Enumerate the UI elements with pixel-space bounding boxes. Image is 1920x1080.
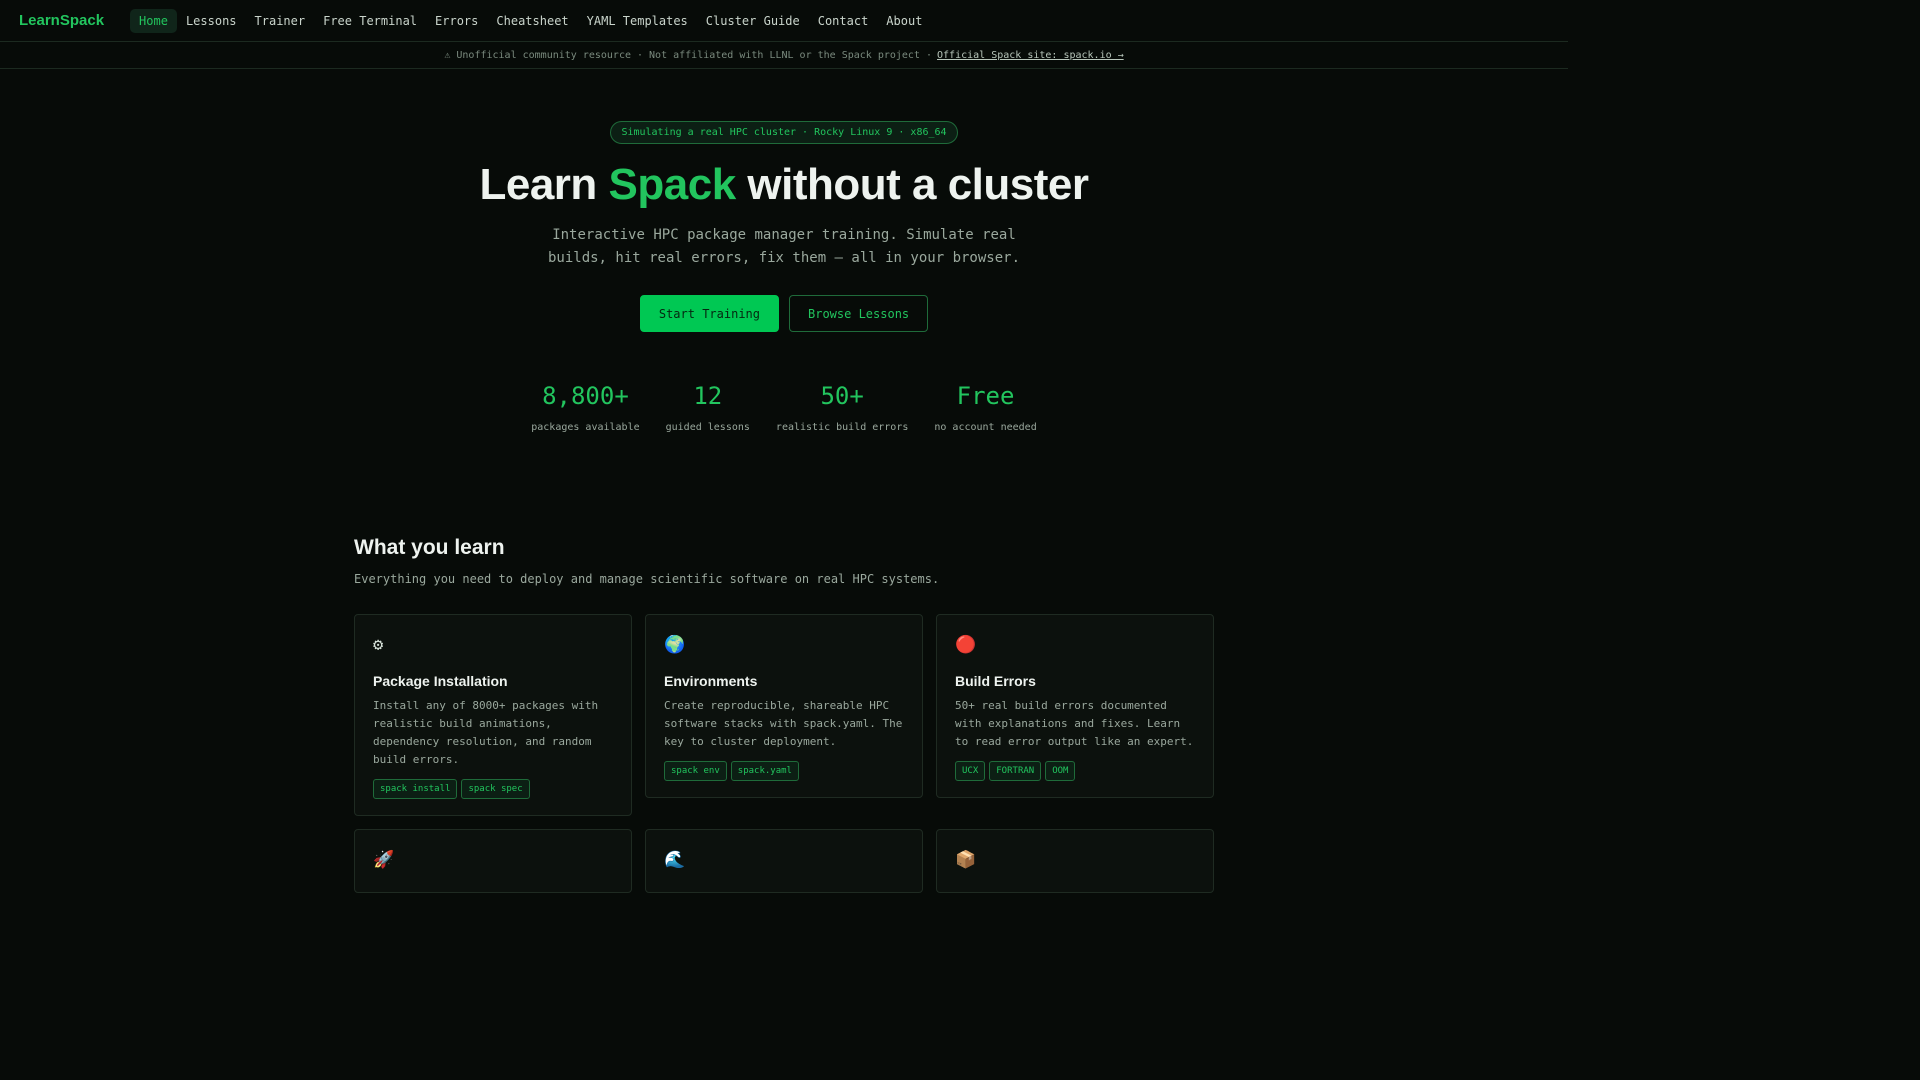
disclaimer-text: ⚠ Unofficial community resource · Not af… [444,49,933,61]
card-description: 50+ real build errors documented with ex… [955,699,1194,748]
tag-chip: FORTRAN [989,761,1042,781]
hero-title: Learn Spack without a cluster [479,160,1089,210]
card-title: Package Installation [373,673,508,689]
feature-card[interactable]: 🌍 Environments Create reproducible, sharea… [645,614,923,798]
environment-badge: Simulating a real HPC cluster · Rocky Li… [610,121,958,144]
card-tags: UCX FORTRAN OOM [955,761,1195,781]
stat-errors: 50+ realistic build errors [776,382,908,433]
feature-card[interactable]: 🌊 [645,829,923,893]
card-description: Create reproducible, shareable HPC softw… [664,699,903,748]
nav-item-contact[interactable]: Contact [809,9,878,33]
red-circle-icon: 🔴 [955,635,977,655]
nav-item-free-terminal[interactable]: Free Terminal [314,9,426,33]
browse-lessons-button[interactable]: Browse Lessons [789,295,929,332]
tag-chip: UCX [955,761,986,781]
nav-item-home[interactable]: Home [130,8,177,33]
hero-section: Simulating a real HPC cluster · Rocky Li… [0,69,1568,433]
stat-lessons: 12 guided lessons [666,382,750,433]
stat-label: packages available [531,422,640,433]
globe-icon: 🌍 [664,635,686,655]
cta-row: Start Training Browse Lessons [639,295,929,332]
card-title: Build Errors [955,673,1036,689]
section-subtitle: Everything you need to deploy and manage… [354,572,940,586]
tag-chip: spack.yaml [730,761,799,781]
card-title: Environments [664,673,758,689]
stat-packages: 8,800+ packages available [531,382,639,433]
card-tags: spack env spack.yaml [664,761,904,781]
hero-title-accent: Spack [608,160,737,209]
feature-card[interactable]: ⚙ Package Installation Install any of 8000… [354,614,632,816]
nav-item-errors[interactable]: Errors [426,9,487,33]
disclaimer-banner: ⚠ Unofficial community resource · Not af… [0,42,1568,69]
start-training-button[interactable]: Start Training [639,295,779,332]
hero-title-post: without a cluster [735,160,1089,209]
gear-icon: ⚙ [373,635,384,655]
nav-item-lessons[interactable]: Lessons [177,9,246,33]
brand-logo[interactable]: LearnSpack [19,12,104,29]
nav-item-cluster-guide[interactable]: Cluster Guide [697,9,809,33]
feature-card[interactable]: 📦 [936,829,1214,893]
package-icon: 📦 [955,850,977,870]
feature-card[interactable]: 🔴 Build Errors 50+ real build errors docum… [936,614,1214,798]
stat-label: guided lessons [665,422,750,433]
tag-chip: spack install [373,779,458,799]
nav-item-about[interactable]: About [877,9,931,33]
card-tags: spack install spack spec [373,779,613,799]
stats-row: 8,800+ packages available 12 guided less… [531,382,1036,433]
stat-value: 8,800+ [542,382,629,410]
feature-card[interactable]: 🚀 [354,829,632,893]
official-site-link[interactable]: Official Spack site: spack.io → [937,50,1124,61]
stat-value: 12 [693,382,723,410]
wave-icon: 🌊 [664,850,686,870]
tag-chip: spack env [664,761,727,781]
features-section: What you learn Everything you need to de… [354,536,1214,893]
tag-chip: spack spec [461,779,530,799]
hero-title-pre: Learn [479,160,609,209]
tag-chip: OOM [1045,761,1076,781]
stat-value: 50+ [820,382,864,410]
nav-item-trainer[interactable]: Trainer [246,9,315,33]
rocket-icon: 🚀 [373,850,395,870]
nav-menu: Home Lessons Trainer Free Terminal Error… [130,8,931,33]
top-navbar: LearnSpack Home Lessons Trainer Free Ter… [0,0,1568,42]
hero-subtitle: Interactive HPC package manager training… [547,227,1020,266]
nav-item-yaml-templates[interactable]: YAML Templates [578,9,697,33]
card-description: Install any of 8000+ packages with reali… [373,699,599,766]
stat-value: Free [956,382,1015,410]
stat-label: no account needed [934,422,1037,433]
stat-free: Free no account needed [934,382,1036,433]
nav-item-cheatsheet[interactable]: Cheatsheet [487,9,577,33]
section-title: What you learn [354,536,505,559]
feature-cards-grid: ⚙ Package Installation Install any of 8000… [354,614,1214,893]
stat-label: realistic build errors [775,422,909,433]
